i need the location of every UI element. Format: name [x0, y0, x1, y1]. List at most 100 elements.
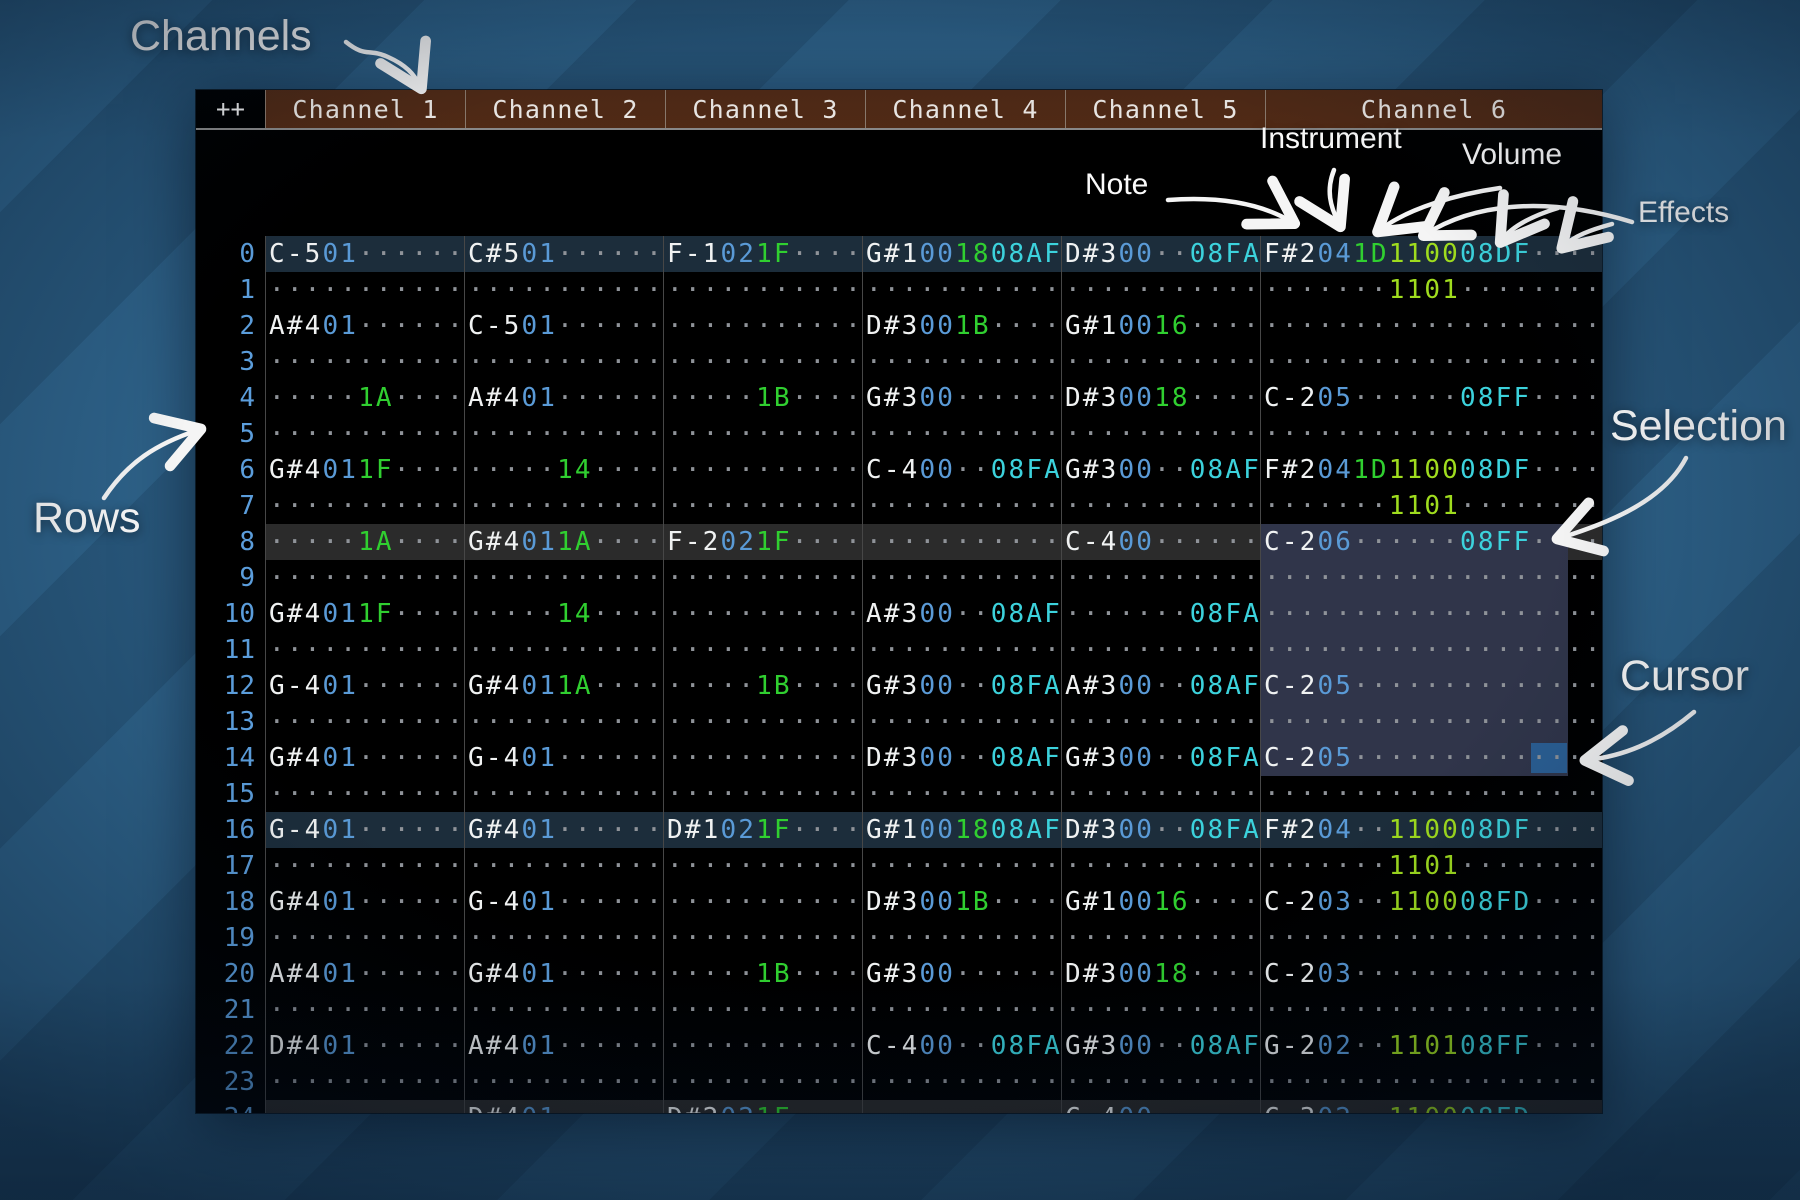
row-number[interactable]: 10	[196, 596, 265, 632]
pattern-cell[interactable]: ···········	[862, 992, 1061, 1028]
pattern-cell[interactable]: D#3001B····	[862, 308, 1061, 344]
pattern-cell[interactable]: G#1001808AF	[862, 812, 1061, 848]
pattern-cell[interactable]: A#300··08AF	[1061, 668, 1260, 704]
pattern-cell[interactable]: C-400······	[1061, 1100, 1260, 1113]
pattern-cell[interactable]: ···········	[663, 596, 862, 632]
pattern-cell[interactable]: ···················	[1260, 704, 1602, 740]
edit-cursor[interactable]: ··	[1531, 743, 1567, 773]
pattern-cell[interactable]: G#4011A····	[464, 668, 663, 704]
pattern-cell[interactable]: G#300··08FA	[862, 668, 1061, 704]
pattern-cell[interactable]: ···········	[1061, 848, 1260, 884]
pattern-cell[interactable]: G#300··08AF	[1061, 1028, 1260, 1064]
pattern-cell[interactable]: C-302··110008FD····	[1260, 1100, 1602, 1113]
pattern-cell[interactable]: ···················	[1260, 560, 1602, 596]
pattern-cell[interactable]: ···········	[862, 416, 1061, 452]
row-number[interactable]: 1	[196, 272, 265, 308]
pattern-cell[interactable]: F-1021F····	[663, 236, 862, 272]
pattern-cell[interactable]: A#300··08AF	[862, 596, 1061, 632]
pattern-cell[interactable]: ···········	[663, 920, 862, 956]
pattern-cell[interactable]: ·····14····	[464, 596, 663, 632]
pattern-cell[interactable]: G-401······	[265, 812, 464, 848]
pattern-cell[interactable]: C-206······08FF····	[1260, 524, 1602, 560]
pattern-cell[interactable]: ···········	[1061, 488, 1260, 524]
pattern-cell[interactable]: F#2041D110008DF····	[1260, 236, 1602, 272]
channel-header-5[interactable]: Channel 5	[1065, 90, 1265, 128]
pattern-cell[interactable]: ···········	[265, 920, 464, 956]
pattern-cell[interactable]: G-401······	[464, 740, 663, 776]
row-number[interactable]: 0	[196, 236, 265, 272]
pattern-cell[interactable]: ·······08FA	[1061, 596, 1260, 632]
pattern-cell[interactable]: ···········	[663, 992, 862, 1028]
row-number[interactable]: 20	[196, 956, 265, 992]
pattern-cell[interactable]: ·······1101········	[1260, 272, 1602, 308]
pattern-cell[interactable]: ···········	[265, 632, 464, 668]
pattern-cell[interactable]: A#401······	[464, 1028, 663, 1064]
pattern-cell[interactable]: ···················	[1260, 308, 1602, 344]
pattern-cell[interactable]: ···········	[862, 776, 1061, 812]
pattern-cell[interactable]: ···········	[663, 344, 862, 380]
pattern-cell[interactable]: ·····1B····	[663, 956, 862, 992]
pattern-cell[interactable]: ···········	[663, 308, 862, 344]
pattern-cell[interactable]: ···········	[862, 1100, 1061, 1113]
pattern-cell[interactable]: ···········	[663, 884, 862, 920]
pattern-cell[interactable]: F#204··110008DF····	[1260, 812, 1602, 848]
pattern-cell[interactable]: A#401······	[265, 956, 464, 992]
pattern-cell[interactable]: ···················	[1260, 992, 1602, 1028]
pattern-cell[interactable]: D#30018····	[1061, 956, 1260, 992]
pattern-cell[interactable]: ···········	[1061, 632, 1260, 668]
pattern-cell[interactable]: ···················	[1260, 920, 1602, 956]
pattern-cell[interactable]: G#300······	[862, 956, 1061, 992]
pattern-cell[interactable]: ···········	[265, 848, 464, 884]
channel-header-4[interactable]: Channel 4	[865, 90, 1065, 128]
row-number[interactable]: 3	[196, 344, 265, 380]
row-number[interactable]: 9	[196, 560, 265, 596]
pattern-cell[interactable]: ·····1B····	[663, 380, 862, 416]
pattern-cell[interactable]: ···········	[1061, 1064, 1260, 1100]
channel-header-1[interactable]: Channel 1	[265, 90, 465, 128]
pattern-cell[interactable]: ···········	[862, 1064, 1061, 1100]
pattern-cell[interactable]: ···········	[464, 704, 663, 740]
pattern-cell[interactable]: ···········	[663, 452, 862, 488]
pattern-cell[interactable]: G#401······	[464, 812, 663, 848]
pattern-cell[interactable]: ·······1101········	[1260, 848, 1602, 884]
pattern-cell[interactable]: G#300··08AF	[1061, 452, 1260, 488]
row-number[interactable]: 21	[196, 992, 265, 1028]
pattern-cell[interactable]: G#4011F····	[265, 452, 464, 488]
pattern-cell[interactable]: C-400······	[1061, 524, 1260, 560]
pattern-cell[interactable]: G#401······	[265, 740, 464, 776]
pattern-cell[interactable]: G-401······	[464, 884, 663, 920]
pattern-cell[interactable]: ···················	[1260, 344, 1602, 380]
pattern-cell[interactable]: ···················	[1260, 416, 1602, 452]
pattern-cell[interactable]: ···········	[663, 488, 862, 524]
pattern-cell[interactable]: C-400··08FA	[862, 452, 1061, 488]
pattern-cell[interactable]: ···········	[1061, 416, 1260, 452]
row-number[interactable]: 12	[196, 668, 265, 704]
pattern-cell[interactable]: ···········	[862, 272, 1061, 308]
pattern-cell[interactable]: ···········	[862, 848, 1061, 884]
pattern-cell[interactable]: ···········	[862, 488, 1061, 524]
pattern-cell[interactable]: C-205··············	[1260, 668, 1602, 704]
pattern-cell[interactable]: ···········	[265, 272, 464, 308]
pattern-cell[interactable]: ···········	[265, 992, 464, 1028]
pattern-cell[interactable]: ···········	[265, 776, 464, 812]
pattern-cell[interactable]: ···········	[265, 1100, 464, 1113]
row-number[interactable]: 23	[196, 1064, 265, 1100]
row-number[interactable]: 15	[196, 776, 265, 812]
row-number[interactable]: 2	[196, 308, 265, 344]
pattern-cell[interactable]: ·····1A····	[265, 524, 464, 560]
pattern-corner-cell[interactable]: ++	[196, 90, 265, 128]
pattern-cell[interactable]: G#4011F····	[265, 596, 464, 632]
row-number[interactable]: 6	[196, 452, 265, 488]
pattern-cell[interactable]: ···········	[265, 704, 464, 740]
pattern-cell[interactable]: ···········	[862, 524, 1061, 560]
pattern-cell[interactable]: ···········	[265, 560, 464, 596]
pattern-cell[interactable]: D#300··08FA	[1061, 236, 1260, 272]
pattern-cell[interactable]: ···········	[663, 560, 862, 596]
pattern-cell[interactable]: A#401······	[265, 308, 464, 344]
row-number[interactable]: 8	[196, 524, 265, 560]
pattern-cell[interactable]: ···················	[1260, 596, 1602, 632]
pattern-cell[interactable]: D#300··08AF	[862, 740, 1061, 776]
pattern-cell[interactable]: ···········	[464, 344, 663, 380]
pattern-cell[interactable]: ···········	[862, 704, 1061, 740]
pattern-cell[interactable]: ···········	[862, 632, 1061, 668]
